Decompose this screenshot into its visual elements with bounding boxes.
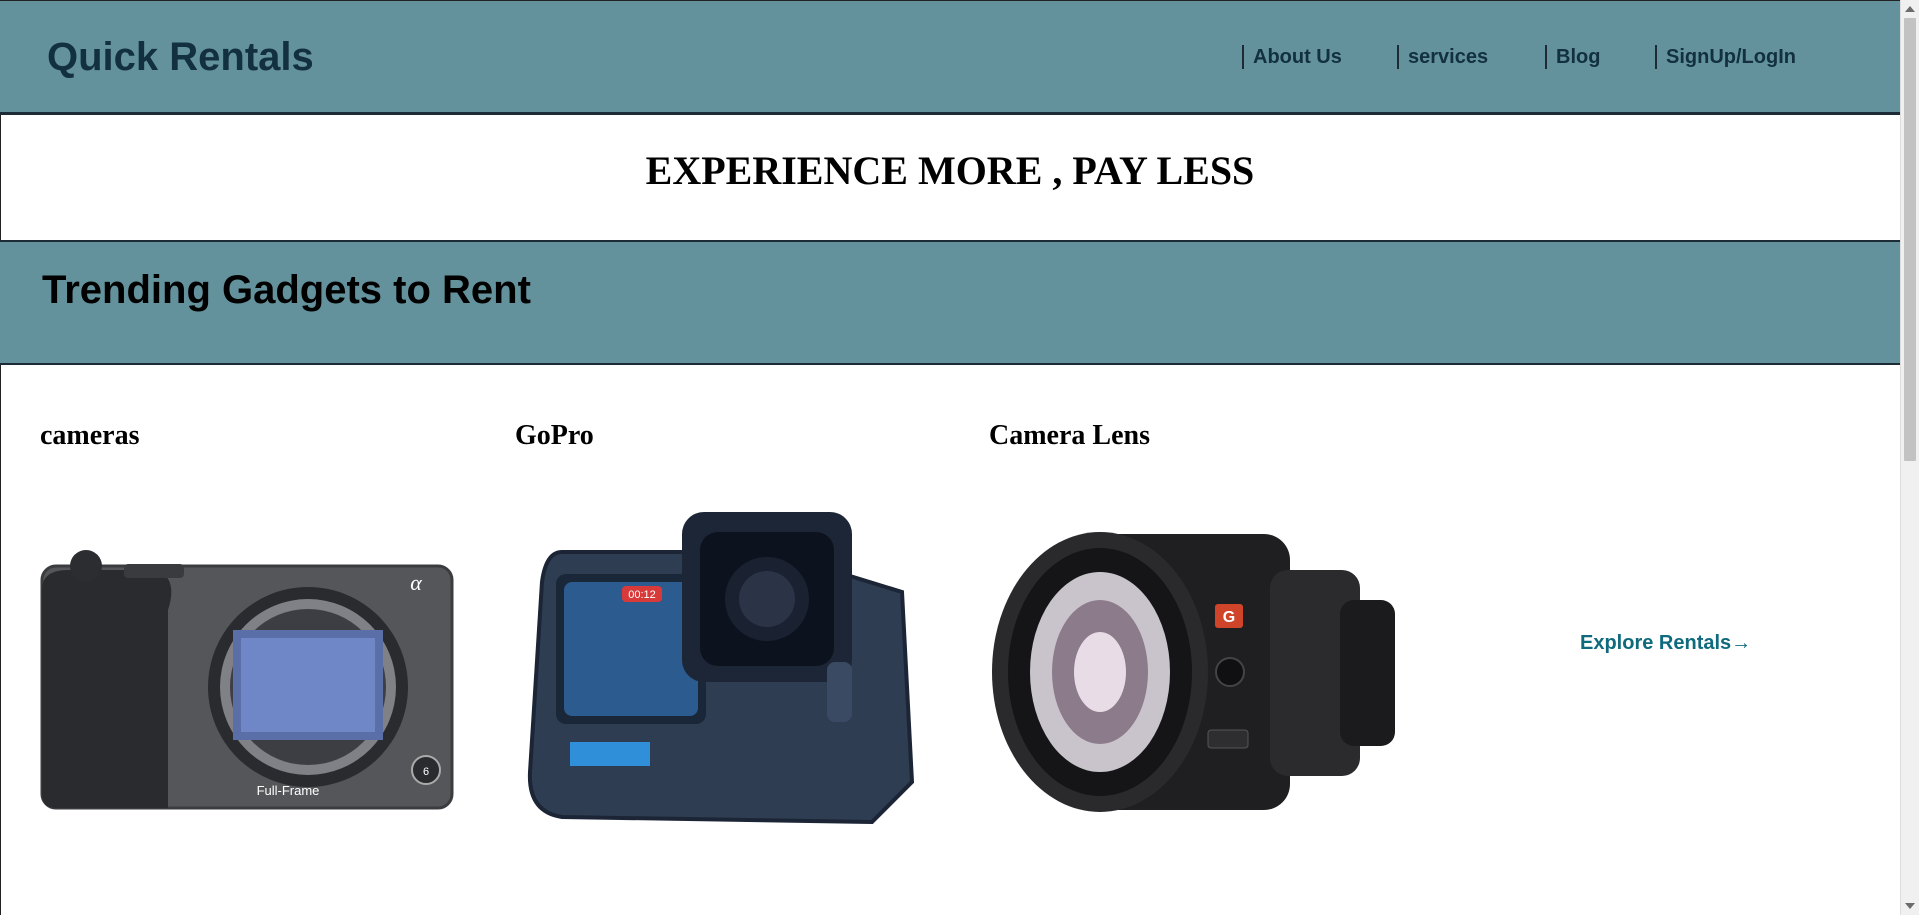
- product-title-camera-lens: Camera Lens: [989, 420, 1150, 451]
- gopro-action-camera-icon[interactable]: 00:12: [522, 512, 922, 825]
- lens-g-badge: G: [1223, 609, 1235, 626]
- nav-about-us[interactable]: About Us: [1242, 45, 1342, 69]
- hero-section: EXPERIENCE MORE , PAY LESS: [0, 115, 1900, 240]
- camera-image-label: Full-Frame: [257, 783, 320, 798]
- nav-blog[interactable]: Blog: [1545, 45, 1600, 69]
- gopro-timer-label: 00:12: [628, 589, 656, 601]
- svg-text:6: 6: [423, 766, 429, 778]
- camera-lens-icon[interactable]: G: [990, 530, 1405, 815]
- explore-rentals-link[interactable]: Explore Rentals→: [1580, 632, 1751, 655]
- mirrorless-camera-icon[interactable]: 6 Full-Frame α: [38, 550, 456, 812]
- trending-band: Trending Gadgets to Rent: [0, 240, 1900, 365]
- scroll-down-arrow-icon[interactable]: [1905, 903, 1915, 909]
- svg-text:α: α: [410, 570, 422, 595]
- product-title-cameras: cameras: [40, 420, 140, 451]
- scrollbar-thumb[interactable]: [1904, 18, 1916, 461]
- product-title-gopro: GoPro: [515, 420, 594, 451]
- nav-services[interactable]: services: [1397, 45, 1488, 69]
- site-header: Quick Rentals About Us services Blog Sig…: [0, 1, 1900, 115]
- trending-title: Trending Gadgets to Rent: [42, 268, 531, 312]
- nav-signup-login[interactable]: SignUp/LogIn: [1655, 45, 1796, 69]
- brand-logo[interactable]: Quick Rentals: [47, 35, 314, 80]
- vertical-scrollbar[interactable]: [1900, 0, 1919, 915]
- hero-tagline: EXPERIENCE MORE , PAY LESS: [645, 148, 1255, 193]
- scroll-up-arrow-icon[interactable]: [1905, 6, 1915, 12]
